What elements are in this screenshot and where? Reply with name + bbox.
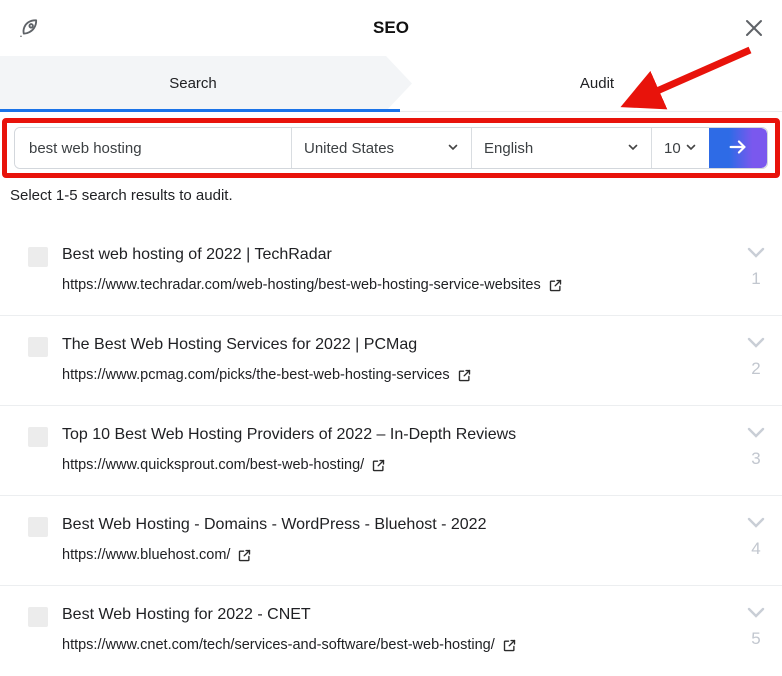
search-submit-button[interactable] — [709, 128, 767, 168]
table-row: Best Web Hosting for 2022 - CNET https:/… — [0, 586, 782, 675]
rocket-icon — [16, 15, 42, 41]
result-checkbox[interactable] — [28, 247, 48, 267]
table-row: Top 10 Best Web Hosting Providers of 202… — [0, 406, 782, 496]
external-link-icon[interactable] — [237, 548, 252, 563]
red-box-annotation: United States English 10 — [2, 118, 780, 178]
language-select-value: English — [484, 139, 534, 157]
result-url: https://www.cnet.com/tech/services-and-s… — [62, 637, 495, 653]
tab-bar: Search Audit — [0, 56, 782, 112]
expand-chevron-down-icon[interactable] — [746, 606, 766, 620]
chevron-down-icon — [447, 140, 459, 157]
result-rank: 2 — [751, 359, 761, 378]
tab-audit-label: Audit — [579, 75, 615, 92]
search-query-input[interactable] — [15, 128, 291, 168]
result-title: Best web hosting of 2022 | TechRadar — [62, 246, 332, 263]
result-checkbox[interactable] — [28, 517, 48, 537]
expand-chevron-down-icon[interactable] — [746, 336, 766, 350]
page-title: SEO — [373, 18, 409, 37]
expand-chevron-down-icon[interactable] — [746, 246, 766, 260]
expand-chevron-down-icon[interactable] — [746, 426, 766, 440]
active-tab-underline — [0, 109, 400, 112]
external-link-icon[interactable] — [457, 368, 472, 383]
result-url: https://www.bluehost.com/ — [62, 547, 231, 563]
result-url: https://www.techradar.com/web-hosting/be… — [62, 277, 541, 293]
country-select-value: United States — [304, 139, 395, 157]
result-count-select[interactable]: 10 — [651, 128, 709, 168]
results-list: Best web hosting of 2022 | TechRadar htt… — [0, 226, 782, 675]
language-select[interactable]: English — [471, 128, 651, 168]
external-link-icon[interactable] — [548, 278, 563, 293]
external-link-icon[interactable] — [502, 638, 517, 653]
result-rank: 4 — [751, 539, 761, 558]
instruction-text: Select 1-5 search results to audit. — [10, 187, 233, 204]
table-row: Best web hosting of 2022 | TechRadar htt… — [0, 226, 782, 316]
result-rank: 1 — [751, 269, 761, 288]
tab-search[interactable]: Search — [0, 56, 412, 111]
expand-chevron-down-icon[interactable] — [746, 516, 766, 530]
close-icon[interactable] — [742, 16, 766, 40]
arrow-right-icon — [727, 136, 749, 161]
chevron-down-icon — [685, 140, 697, 157]
result-title: Best Web Hosting for 2022 - CNET — [62, 606, 311, 623]
table-row: Best Web Hosting - Domains - WordPress -… — [0, 496, 782, 586]
result-rank: 3 — [751, 449, 761, 468]
tab-search-label: Search — [169, 75, 217, 92]
table-row: The Best Web Hosting Services for 2022 |… — [0, 316, 782, 406]
result-rank: 5 — [751, 629, 761, 648]
search-bar: United States English 10 — [14, 127, 768, 169]
tab-audit[interactable]: Audit — [412, 56, 782, 111]
result-url: https://www.quicksprout.com/best-web-hos… — [62, 457, 365, 473]
result-checkbox[interactable] — [28, 607, 48, 627]
result-title: Best Web Hosting - Domains - WordPress -… — [62, 516, 487, 533]
result-title: The Best Web Hosting Services for 2022 |… — [62, 336, 418, 353]
result-url: https://www.pcmag.com/picks/the-best-web… — [62, 367, 450, 383]
header: SEO — [0, 0, 782, 56]
result-title: Top 10 Best Web Hosting Providers of 202… — [62, 426, 517, 443]
result-count-value: 10 — [664, 139, 681, 157]
chevron-down-icon — [627, 140, 639, 157]
country-select[interactable]: United States — [291, 128, 471, 168]
result-checkbox[interactable] — [28, 427, 48, 447]
result-checkbox[interactable] — [28, 337, 48, 357]
external-link-icon[interactable] — [371, 458, 386, 473]
